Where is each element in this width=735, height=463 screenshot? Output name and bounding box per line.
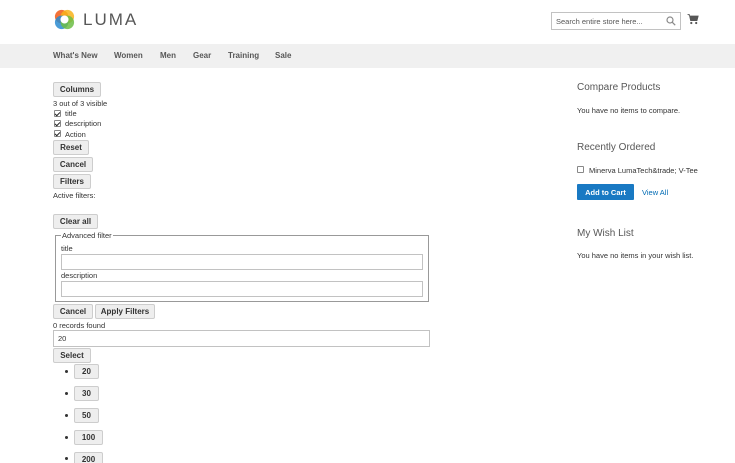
main-nav: What's New Women Men Gear Training Sale bbox=[0, 44, 735, 68]
page-header: LUMA bbox=[0, 0, 735, 44]
select-button[interactable]: Select bbox=[53, 348, 91, 363]
luma-logo-icon bbox=[53, 8, 76, 31]
list-bullet bbox=[65, 436, 68, 439]
records-found-text: 0 records found bbox=[53, 321, 106, 330]
column-action-label: Action bbox=[65, 130, 86, 139]
cancel-button[interactable]: Cancel bbox=[53, 157, 93, 172]
title-filter-label: title bbox=[61, 244, 73, 253]
compare-empty-text: You have no items to compare. bbox=[577, 106, 681, 115]
description-filter-label: description bbox=[61, 271, 98, 280]
list-bullet bbox=[65, 457, 68, 460]
title-filter-input[interactable] bbox=[61, 254, 423, 270]
wishlist-title: My Wish List bbox=[577, 228, 634, 239]
page-size-option-20[interactable]: 20 bbox=[74, 364, 99, 379]
advanced-filter-fieldset: Advanced filter title description bbox=[55, 231, 429, 302]
nav-item-training[interactable]: Training bbox=[228, 44, 259, 68]
clear-all-button[interactable]: Clear all bbox=[53, 214, 98, 229]
logo[interactable]: LUMA bbox=[53, 8, 138, 31]
nav-item-whats-new[interactable]: What's New bbox=[53, 44, 98, 68]
filters-button[interactable]: Filters bbox=[53, 174, 91, 189]
column-description-checkbox[interactable] bbox=[54, 120, 61, 127]
recently-ordered-title: Recently Ordered bbox=[577, 142, 656, 153]
nav-item-women[interactable]: Women bbox=[114, 44, 143, 68]
wishlist-empty-text: You have no items in your wish list. bbox=[577, 251, 694, 260]
nav-item-sale[interactable]: Sale bbox=[275, 44, 291, 68]
active-filters-label: Active filters: bbox=[53, 191, 96, 200]
apply-filters-button[interactable]: Apply Filters bbox=[95, 304, 155, 319]
page-size-option-50[interactable]: 50 bbox=[74, 408, 99, 423]
brand-name: LUMA bbox=[83, 9, 139, 29]
cart-icon[interactable] bbox=[687, 13, 699, 25]
nav-item-men[interactable]: Men bbox=[160, 44, 176, 68]
column-action-checkbox[interactable] bbox=[54, 130, 61, 137]
page-size-option-100[interactable]: 100 bbox=[74, 430, 103, 445]
column-description-label: description bbox=[65, 119, 102, 128]
list-bullet bbox=[65, 414, 68, 417]
list-bullet bbox=[65, 392, 68, 395]
columns-visible-count: 3 out of 3 visible bbox=[53, 99, 108, 108]
nav-item-gear[interactable]: Gear bbox=[193, 44, 211, 68]
search-input[interactable] bbox=[556, 16, 666, 26]
page-size-option-200[interactable]: 200 bbox=[74, 452, 103, 463]
compare-products-title: Compare Products bbox=[577, 82, 661, 93]
recently-ordered-item-checkbox[interactable] bbox=[577, 166, 584, 173]
add-to-cart-button[interactable]: Add to Cart bbox=[577, 184, 634, 200]
list-bullet bbox=[65, 370, 68, 373]
recently-ordered-item-label[interactable]: Minerva LumaTech&trade; V-Tee bbox=[589, 166, 698, 175]
description-filter-input[interactable] bbox=[61, 281, 423, 297]
advanced-filter-legend: Advanced filter bbox=[61, 231, 113, 240]
search-box bbox=[551, 12, 681, 30]
search-icon[interactable] bbox=[666, 16, 676, 26]
columns-button[interactable]: Columns bbox=[53, 82, 101, 97]
view-all-link[interactable]: View All bbox=[642, 188, 668, 197]
column-title-label: title bbox=[65, 109, 77, 118]
filter-cancel-button[interactable]: Cancel bbox=[53, 304, 93, 319]
page-size-input[interactable] bbox=[53, 330, 430, 347]
reset-button[interactable]: Reset bbox=[53, 140, 89, 155]
page-size-option-30[interactable]: 30 bbox=[74, 386, 99, 401]
column-title-checkbox[interactable] bbox=[54, 110, 61, 117]
